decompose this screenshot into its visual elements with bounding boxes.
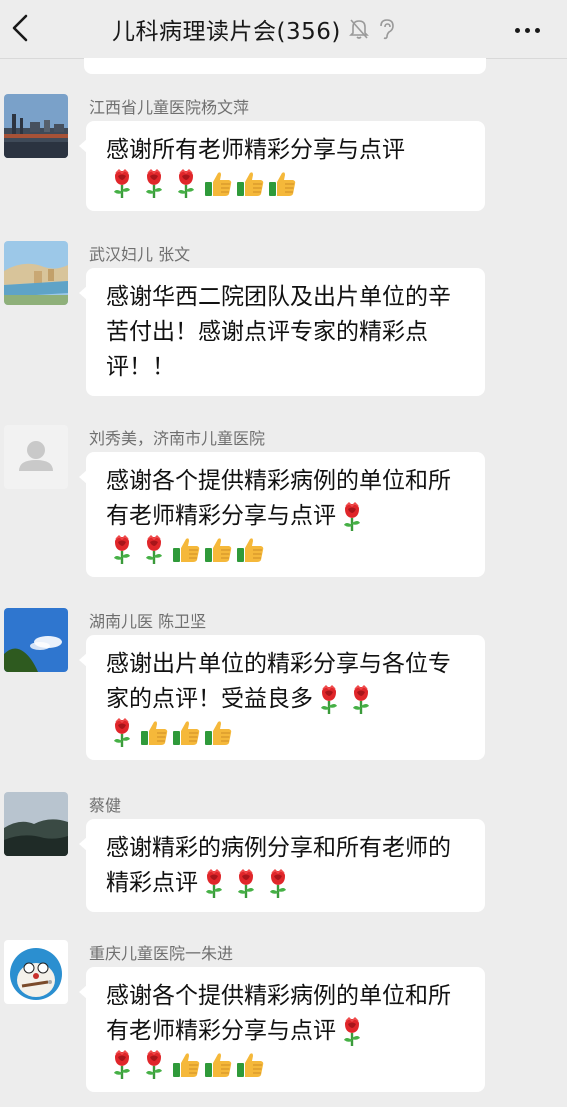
message-bubble[interactable]: 感谢精彩的病例分享和所有老师的精彩点评 xyxy=(79,819,485,912)
message-text: 感谢所有老师精彩分享与点评 xyxy=(106,137,405,163)
thumbs-up-icon xyxy=(202,717,234,749)
thumbs-up-icon xyxy=(170,717,202,749)
emoji-row xyxy=(106,534,467,566)
message-text: 感谢各个提供精彩病例的单位和所有老师精彩分享与点评 xyxy=(106,979,467,1049)
avatar-cartoon-cat[interactable] xyxy=(4,940,68,1004)
thumbs-up-icon xyxy=(170,534,202,566)
more-dots-icon[interactable] xyxy=(515,18,549,38)
rose-icon xyxy=(138,1049,170,1081)
back-chevron-icon[interactable] xyxy=(6,12,36,44)
rose-icon xyxy=(106,168,138,200)
avatar-blue-sky[interactable] xyxy=(4,608,68,672)
chat-title: 儿科病理读片会(356) xyxy=(112,19,341,45)
rose-icon xyxy=(106,534,138,566)
message-bubble[interactable]: 感谢各个提供精彩病例的单位和所有老师精彩分享与点评 xyxy=(79,967,485,1092)
sender-name: 蔡健 xyxy=(89,796,122,815)
thumbs-up-icon xyxy=(202,1049,234,1081)
rose-icon xyxy=(138,534,170,566)
message-bubble[interactable]: 感谢所有老师精彩分享与点评 xyxy=(79,121,485,211)
sender-name: 重庆儿童医院一朱进 xyxy=(89,944,234,963)
rose-icon xyxy=(345,684,377,716)
message-bubble[interactable]: 感谢华西二院团队及出片单位的辛苦付出！感谢点评专家的精彩点评！！ xyxy=(79,268,485,396)
rose-icon xyxy=(170,168,202,200)
rose-icon xyxy=(262,868,294,900)
previous-message-bubble xyxy=(84,58,486,74)
thumbs-up-icon xyxy=(138,717,170,749)
message-bubble[interactable]: 感谢出片单位的精彩分享与各位专家的点评！受益良多 xyxy=(79,635,485,760)
sender-name: 江西省儿童医院杨文萍 xyxy=(89,98,250,117)
message-text: 感谢华西二院团队及出片单位的辛苦付出！感谢点评专家的精彩点评！！ xyxy=(106,284,451,380)
rose-icon xyxy=(198,868,230,900)
emoji-row xyxy=(106,1049,467,1081)
avatar-mountains[interactable] xyxy=(4,792,68,856)
rose-icon xyxy=(106,717,138,749)
message-bubble[interactable]: 感谢各个提供精彩病例的单位和所有老师精彩分享与点评 xyxy=(79,452,485,577)
thumbs-up-icon xyxy=(234,534,266,566)
avatar-coast[interactable] xyxy=(4,241,68,305)
bell-muted-icon xyxy=(348,19,369,39)
avatar-default-person[interactable] xyxy=(4,425,68,489)
avatar-city-skyline[interactable] xyxy=(4,94,68,158)
thumbs-up-icon xyxy=(170,1049,202,1081)
emoji-row xyxy=(106,168,467,200)
rose-icon xyxy=(313,684,345,716)
sender-name: 湖南儿医 陈卫坚 xyxy=(89,612,207,631)
sender-name: 武汉妇儿 张文 xyxy=(89,245,191,264)
thumbs-up-icon xyxy=(202,534,234,566)
message-text: 感谢各个提供精彩病例的单位和所有老师精彩分享与点评 xyxy=(106,464,467,534)
thumbs-up-icon xyxy=(266,168,298,200)
thumbs-up-icon xyxy=(234,1049,266,1081)
thumbs-up-icon xyxy=(234,168,266,200)
ear-icon xyxy=(380,19,394,40)
rose-icon xyxy=(230,868,262,900)
message-text: 感谢精彩的病例分享和所有老师的精彩点评 xyxy=(106,831,467,901)
message-text: 感谢出片单位的精彩分享与各位专家的点评！受益良多 xyxy=(106,647,467,717)
emoji-row xyxy=(106,717,467,749)
rose-icon xyxy=(138,168,170,200)
rose-icon xyxy=(106,1049,138,1081)
sender-name: 刘秀美，济南市儿童医院 xyxy=(89,429,266,448)
rose-icon xyxy=(336,1016,368,1048)
rose-icon xyxy=(336,501,368,533)
thumbs-up-icon xyxy=(202,168,234,200)
chat-header: 儿科病理读片会(356) xyxy=(0,0,567,59)
chat-title-group: 儿科病理读片会(356) xyxy=(112,12,395,46)
